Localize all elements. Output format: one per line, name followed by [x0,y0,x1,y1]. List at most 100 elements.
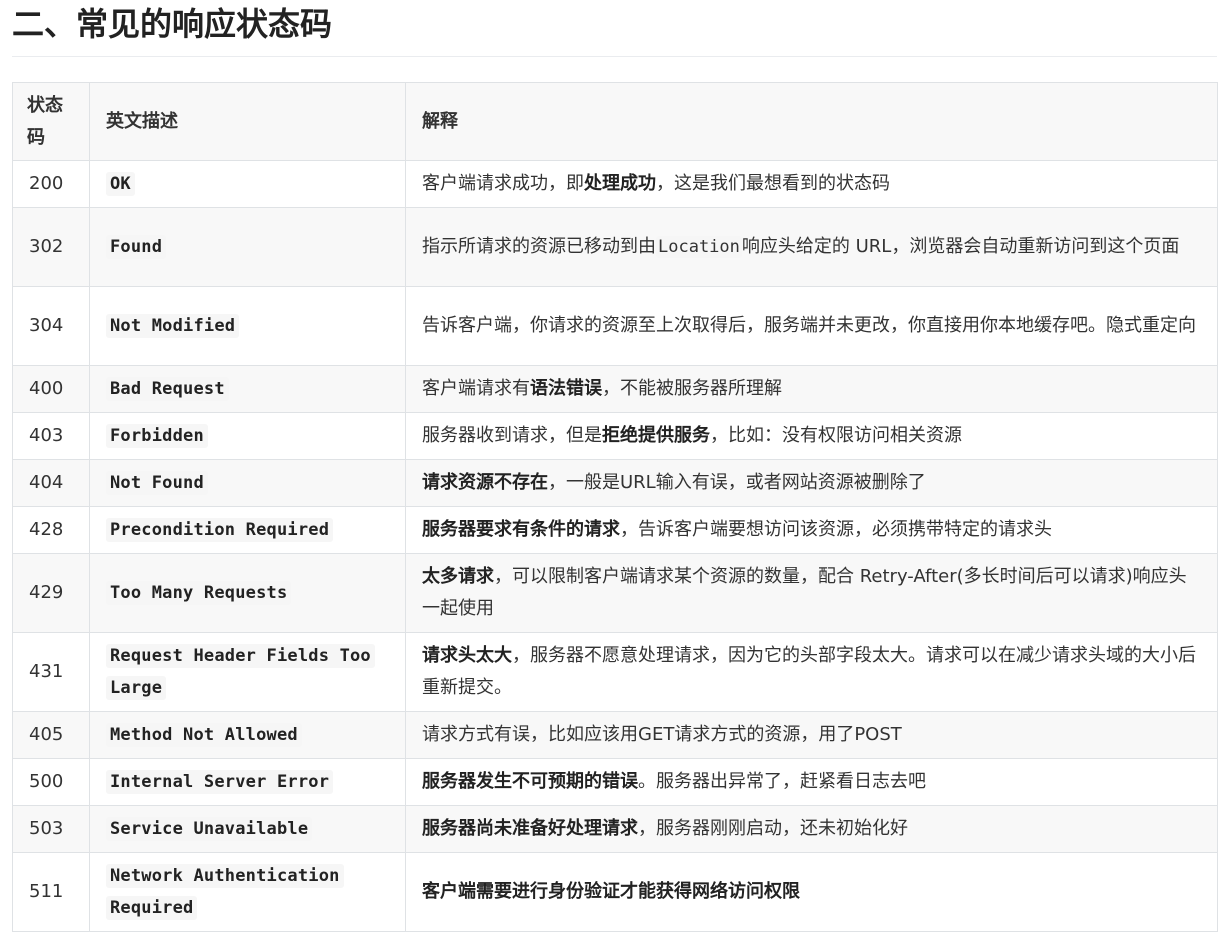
explanation-text: 告诉客户端，你请求的资源至上次取得后，服务端并未更改，你直接用你本地缓存吧。隐式… [422,315,1196,336]
table-row: 400 Bad Request 客户端请求有语法错误，不能被服务器所理解 [12,365,1218,413]
explanation-emphasis: 请求资源不存在 [422,472,548,493]
explanation-emphasis: 服务器要求有条件的请求 [422,519,620,540]
status-name-code: Request Header Fields Too Large [106,644,375,700]
explanation-cell: 服务器尚未准备好处理请求，服务器刚刚启动，还未初始化好 [405,805,1218,853]
section-heading: 二、常见的响应状态码 [12,5,333,43]
english-desc-cell: Request Header Fields Too Large [89,632,406,712]
status-code-cell: 428 [12,506,90,554]
english-desc-cell: Network Authentication Required [89,852,406,932]
explanation-text: ，服务器不愿意处理请求，因为它的头部字段太大。请求可以在减少请求头域的大小后重新… [422,645,1196,698]
table-row: 431 Request Header Fields Too Large 请求头太大，… [12,632,1218,712]
status-code-cell: 400 [12,365,90,413]
status-code-cell: 200 [12,160,90,208]
english-desc-cell: Service Unavailable [89,805,406,853]
explanation-emphasis: 语法错误 [530,378,602,399]
status-name-code: Network Authentication Required [106,864,344,920]
explanation-cell: 客户端需要进行身份验证才能获得网络访问权限 [405,852,1218,932]
explanation-cell: 太多请求，可以限制客户端请求某个资源的数量，配合 Retry-After(多长时… [405,553,1218,633]
english-desc-cell: Method Not Allowed [89,711,406,759]
status-code-table: 状态码 英文描述 解释 200 OK 客户端请求成功，即处理成功，这是我们最想看到的… [12,82,1218,932]
status-name-code: Precondition Required [106,518,334,542]
english-desc-cell: Not Modified [89,286,406,366]
explanation-cell: 请求方式有误，比如应该用GET请求方式的资源，用了POST [405,711,1218,759]
explanation-emphasis: 客户端需要进行身份验证才能获得网络访问权限 [422,881,800,902]
explanation-cell: 服务器发生不可预期的错误。服务器出异常了，赶紧看日志去吧 [405,758,1218,806]
status-name-code: Bad Request [106,377,229,401]
explanation-inline-code: Location [656,236,742,258]
header-english-desc: 英文描述 [89,82,406,161]
status-code-cell: 431 [12,632,90,712]
english-desc-cell: Precondition Required [89,506,406,554]
status-code-cell: 503 [12,805,90,853]
explanation-text: ，这是我们最想看到的状态码 [656,173,890,194]
explanation-emphasis: 处理成功 [584,173,656,194]
status-name-code: Method Not Allowed [106,723,302,747]
explanation-emphasis: 太多请求 [422,566,494,587]
english-desc-cell: Forbidden [89,412,406,460]
status-name-code: Internal Server Error [106,770,334,794]
table-row: 304 Not Modified 告诉客户端，你请求的资源至上次取得后，服务端并未更… [12,286,1218,366]
explanation-text: ，可以限制客户端请求某个资源的数量，配合 Retry-After(多长时间后可以… [422,566,1187,619]
status-code-cell: 500 [12,758,90,806]
status-name-code: Found [106,235,167,259]
explanation-emphasis: 请求头太大 [422,645,512,666]
status-name-code: Service Unavailable [106,817,313,841]
explanation-text: ，一般是URL输入有误，或者网站资源被删除了 [548,472,926,493]
explanation-text: 客户端请求成功，即 [422,173,584,194]
table-row: 404 Not Found 请求资源不存在，一般是URL输入有误，或者网站资源被删除… [12,459,1218,507]
status-name-code: Not Found [106,471,208,495]
status-name-code: Forbidden [106,424,208,448]
table-row: 429 Too Many Requests 太多请求，可以限制客户端请求某个资源的数… [12,553,1218,633]
status-code-cell: 302 [12,207,90,287]
status-code-cell: 511 [12,852,90,932]
status-name-code: OK [106,172,135,196]
table-row: 428 Precondition Required 服务器要求有条件的请求，告诉客户… [12,506,1218,554]
status-code-cell: 404 [12,459,90,507]
header-status-code: 状态码 [12,82,90,161]
status-code-cell: 403 [12,412,90,460]
english-desc-cell: Too Many Requests [89,553,406,633]
status-name-code: Not Modified [106,314,240,338]
english-desc-cell: Bad Request [89,365,406,413]
explanation-text: ，比如：没有权限访问相关资源 [710,425,962,446]
explanation-text: 客户端请求有 [422,378,530,399]
table-row: 200 OK 客户端请求成功，即处理成功，这是我们最想看到的状态码 [12,160,1218,208]
header-explanation: 解释 [405,82,1218,161]
explanation-emphasis: 服务器尚未准备好处理请求 [422,818,638,839]
explanation-emphasis: 服务器发生不可预期的错误 [422,771,638,792]
explanation-emphasis: 拒绝提供服务 [602,425,710,446]
table-row: 511 Network Authentication Required 客户端需要进… [12,852,1218,932]
status-code-cell: 405 [12,711,90,759]
status-code-cell: 304 [12,286,90,366]
english-desc-cell: Internal Server Error [89,758,406,806]
explanation-text: 。服务器出异常了，赶紧看日志去吧 [638,771,926,792]
page: 二、常见的响应状态码 状态码 英文描述 解释 200 OK 客户端请求成功，即处理成… [0,0,1228,934]
english-desc-cell: Found [89,207,406,287]
explanation-text: 响应头给定的 URL，浏览器会自动重新访问到这个页面 [741,236,1180,257]
explanation-text: 请求方式有误，比如应该用GET请求方式的资源，用了POST [422,724,902,745]
table-row: 503 Service Unavailable 服务器尚未准备好处理请求，服务器刚刚… [12,805,1218,853]
explanation-cell: 指示所请求的资源已移动到由 Location 响应头给定的 URL，浏览器会自动重新… [405,207,1218,287]
explanation-cell: 客户端请求有语法错误，不能被服务器所理解 [405,365,1218,413]
explanation-cell: 请求资源不存在，一般是URL输入有误，或者网站资源被删除了 [405,459,1218,507]
explanation-cell: 告诉客户端，你请求的资源至上次取得后，服务端并未更改，你直接用你本地缓存吧。隐式… [405,286,1218,366]
table-row: 403 Forbidden 服务器收到请求，但是拒绝提供服务，比如：没有权限访问相关… [12,412,1218,460]
explanation-cell: 服务器收到请求，但是拒绝提供服务，比如：没有权限访问相关资源 [405,412,1218,460]
table-row: 405 Method Not Allowed 请求方式有误，比如应该用GET请求方式… [12,711,1218,759]
explanation-text: 服务器收到请求，但是 [422,425,602,446]
explanation-cell: 请求头太大，服务器不愿意处理请求，因为它的头部字段太大。请求可以在减少请求头域的… [405,632,1218,712]
explanation-cell: 客户端请求成功，即处理成功，这是我们最想看到的状态码 [405,160,1218,208]
explanation-text: ，服务器刚刚启动，还未初始化好 [638,818,908,839]
table-header-row: 状态码 英文描述 解释 [12,82,1218,161]
explanation-text: ，告诉客户端要想访问该资源，必须携带特定的请求头 [620,519,1052,540]
explanation-text: ，不能被服务器所理解 [602,378,782,399]
table-row: 302 Found 指示所请求的资源已移动到由 Location 响应头给定的 URL，… [12,207,1218,287]
table-body: 200 OK 客户端请求成功，即处理成功，这是我们最想看到的状态码 302 Found 指… [12,160,1218,932]
status-name-code: Too Many Requests [106,581,292,605]
english-desc-cell: Not Found [89,459,406,507]
explanation-cell: 服务器要求有条件的请求，告诉客户端要想访问该资源，必须携带特定的请求头 [405,506,1218,554]
explanation-text: 指示所请求的资源已移动到由 [422,236,656,257]
table-row: 500 Internal Server Error 服务器发生不可预期的错误。服务器… [12,758,1218,806]
heading-divider [12,56,1217,57]
status-code-cell: 429 [12,553,90,633]
